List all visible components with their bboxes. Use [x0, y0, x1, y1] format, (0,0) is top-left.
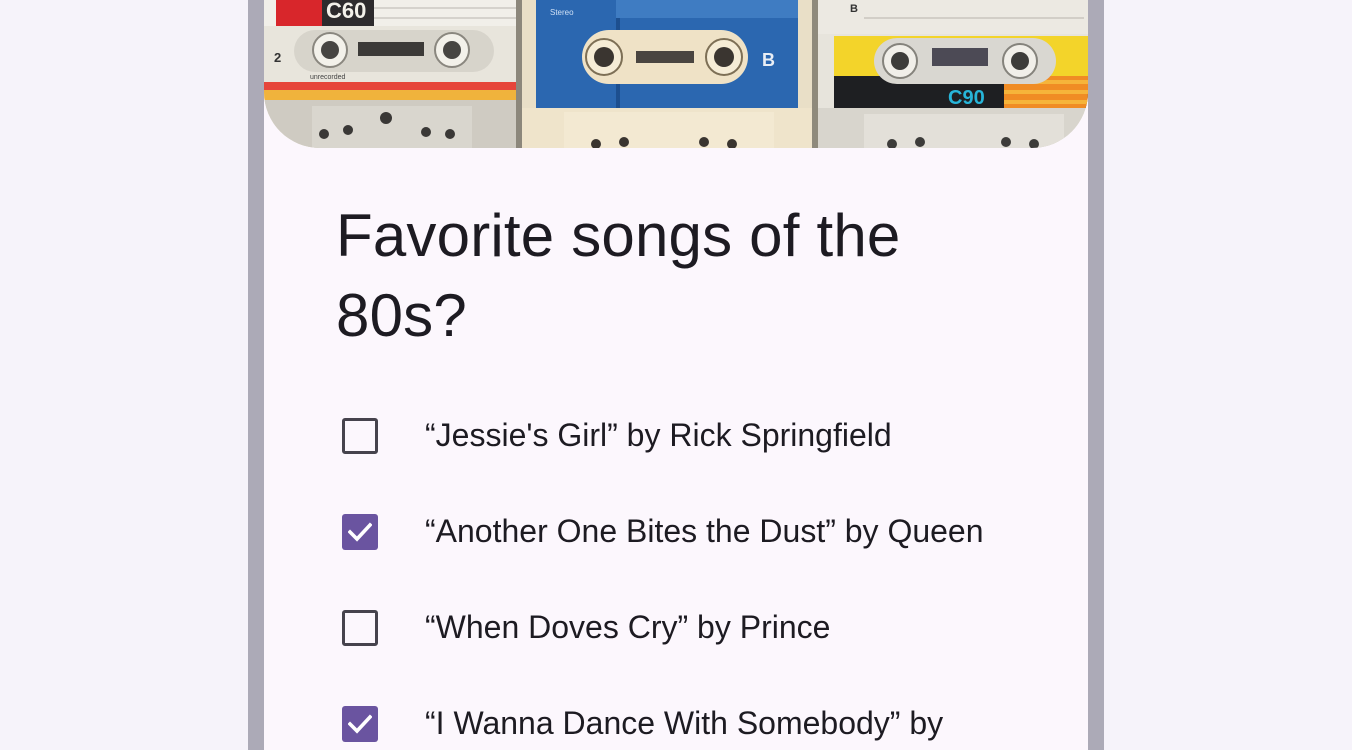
answer-options-list: “Jessie's Girl” by Rick Springfield “Ano… [264, 388, 1088, 750]
right-tape-label: C90 [948, 87, 985, 109]
answer-option[interactable]: “When Doves Cry” by Prince [264, 580, 1088, 676]
checkbox-checked[interactable] [342, 514, 378, 550]
left-tape-note: unrecorded [310, 74, 346, 81]
checkmark-icon [348, 522, 372, 542]
middle-tape-brand: Stereo [550, 8, 574, 17]
option-label[interactable]: “Another One Bites the Dust” by Queen [425, 510, 984, 552]
checkbox-unchecked[interactable] [342, 610, 378, 646]
right-tape-side: B [850, 3, 858, 15]
option-label[interactable]: “I Wanna Dance With Somebody” by [425, 702, 943, 744]
checkbox-checked[interactable] [342, 706, 378, 742]
left-tape-label: C60 [326, 0, 366, 23]
form-card: C60 2 unrecorded Stereo B B C90 Favorite… [264, 0, 1088, 750]
cassette-left: C60 2 unrecorded [264, 0, 522, 148]
checkbox-unchecked[interactable] [342, 418, 378, 454]
option-label[interactable]: “When Doves Cry” by Prince [425, 606, 830, 648]
left-tape-side: 2 [274, 50, 281, 65]
middle-tape-side: B [762, 50, 775, 70]
answer-option[interactable]: “I Wanna Dance With Somebody” by [264, 676, 1088, 750]
checkmark-icon [348, 714, 372, 734]
answer-option[interactable]: “Jessie's Girl” by Rick Springfield [264, 388, 1088, 484]
header-image-cassettes: C60 2 unrecorded Stereo B B C90 [264, 0, 1088, 148]
form-question-title: Favorite songs of the 80s? [336, 202, 901, 349]
option-label[interactable]: “Jessie's Girl” by Rick Springfield [425, 414, 892, 456]
cassette-right: B C90 [818, 0, 1088, 148]
answer-option[interactable]: “Another One Bites the Dust” by Queen [264, 484, 1088, 580]
cassette-middle: Stereo B [522, 0, 818, 148]
